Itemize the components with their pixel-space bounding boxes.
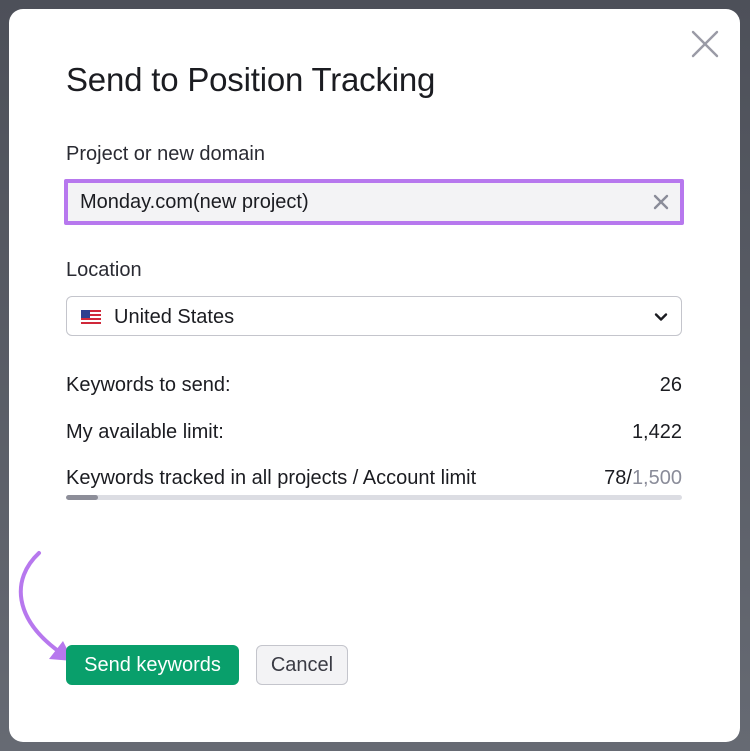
chevron-down-icon	[653, 309, 669, 325]
tracked-keywords-label: Keywords tracked in all projects / Accou…	[66, 467, 477, 489]
available-limit-value: 1,422	[631, 421, 682, 443]
us-flag-icon	[81, 310, 101, 324]
cancel-button[interactable]: Cancel	[256, 645, 348, 685]
clear-input-button[interactable]	[652, 193, 670, 211]
project-field-label: Project or new domain	[66, 143, 265, 165]
dialog-title: Send to Position Tracking	[66, 61, 436, 98]
send-to-position-tracking-dialog: Send to Position Tracking Project or new…	[9, 9, 740, 742]
tracked-progress-bar	[66, 495, 682, 500]
available-limit-label: My available limit:	[66, 421, 224, 443]
close-button[interactable]	[688, 27, 722, 61]
tracked-keywords-value: 78/1,500	[604, 467, 682, 490]
keywords-to-send-value: 26	[659, 374, 682, 396]
location-field-label: Location	[66, 259, 142, 281]
close-icon	[691, 30, 719, 58]
keywords-to-send-label: Keywords to send:	[66, 374, 231, 396]
tracked-count: 78	[604, 467, 627, 489]
project-input-container[interactable]	[64, 179, 684, 225]
tracked-progress-fill	[66, 495, 99, 500]
location-select[interactable]: United States	[66, 296, 682, 336]
clear-icon	[653, 194, 669, 210]
send-keywords-button[interactable]: Send keywords	[66, 645, 239, 685]
account-limit-value: 1,500	[631, 467, 682, 489]
project-domain-input[interactable]	[80, 183, 620, 221]
selected-location: United States	[114, 306, 235, 328]
